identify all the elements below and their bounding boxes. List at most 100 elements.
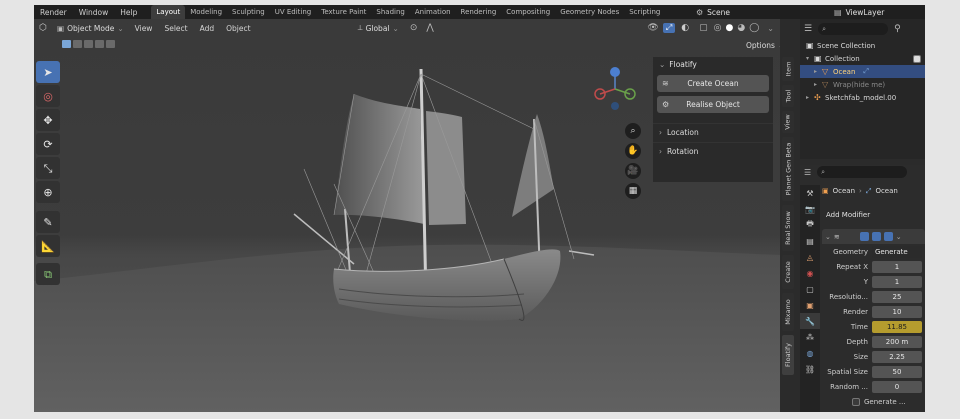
3d-viewport[interactable]: ⬡ ▣ Object Mode ⌄ View Select Add Object… [34, 19, 780, 412]
shading-options-icon[interactable]: ⌄ [761, 24, 780, 33]
select-extend-icon[interactable] [73, 40, 82, 48]
annotate-tool[interactable]: ✎ [36, 211, 60, 233]
tab-geometry-nodes[interactable]: Geometry Nodes [555, 5, 624, 19]
ocean-modifier-header[interactable]: ⌄ ≋ ⌄ [822, 229, 925, 244]
menu-view[interactable]: View [129, 24, 159, 33]
view-layer-properties-tab[interactable]: ▤ [800, 233, 820, 249]
location-subpanel[interactable]: › Location [653, 123, 773, 141]
collection-properties-tab[interactable]: ▢ [800, 281, 820, 297]
outliner-row-collection[interactable]: ▾ ▣ Collection [800, 52, 925, 65]
outliner-row-wrap[interactable]: ▸ ▽ Wrap(hide me) [800, 78, 925, 91]
repeat-x-field[interactable]: 1 [872, 260, 922, 273]
menu-select[interactable]: Select [158, 24, 193, 33]
constraints-properties-tab[interactable]: ⛓ [800, 361, 820, 377]
tab-animation[interactable]: Animation [410, 5, 456, 19]
expand-arrow-icon[interactable]: ▸ [806, 94, 814, 101]
overlays-icon[interactable]: ◐ [675, 23, 695, 33]
geometry-dropdown[interactable]: Generate [872, 245, 922, 258]
render-toggle-icon[interactable] [883, 232, 893, 241]
edit-mode-toggle-icon[interactable] [859, 232, 869, 241]
create-ocean-button[interactable]: ≋ Create Ocean [657, 75, 769, 92]
select-intersect-icon[interactable] [106, 40, 115, 48]
tab-real-snow[interactable]: Real Snow [782, 205, 794, 251]
floatify-panel-header[interactable]: ⌄ Floatify [653, 57, 773, 71]
spatial-size-field[interactable]: 50 [872, 365, 922, 378]
generate-checkbox[interactable] [852, 397, 860, 406]
options-button[interactable]: Options ⌄ [746, 41, 780, 50]
mode-dropdown[interactable]: ▣ Object Mode ⌄ [52, 22, 129, 34]
display-mode-icon[interactable]: ☰ [804, 24, 812, 34]
tool-properties-tab[interactable]: ⚒ [800, 185, 820, 201]
zoom-button[interactable]: ⌕ [625, 123, 641, 139]
viewport-toggle-icon[interactable] [871, 232, 881, 241]
cursor-tool[interactable]: ◎ [36, 85, 60, 107]
outliner-search[interactable]: ⌕ [818, 23, 889, 35]
menu-object[interactable]: Object [220, 24, 256, 33]
view-layer-selector[interactable]: ▤ ViewLayer [834, 6, 884, 18]
filter-icon[interactable]: ⚲ [894, 24, 901, 34]
menu-add[interactable]: Add [194, 24, 221, 33]
random-seed-field[interactable]: 0 [872, 380, 922, 393]
menu-help[interactable]: Help [114, 8, 143, 17]
transform-tool[interactable]: ⊕ [36, 181, 60, 203]
tab-view[interactable]: View [782, 111, 794, 133]
tab-scripting[interactable]: Scripting [624, 5, 665, 19]
time-field[interactable]: 11.85 [872, 320, 922, 333]
rotate-tool[interactable]: ⟳ [36, 133, 60, 155]
pan-button[interactable]: ✋ [625, 143, 641, 159]
tab-compositing[interactable]: Compositing [501, 5, 555, 19]
tab-layout[interactable]: Layout [151, 5, 186, 19]
tab-mixamo[interactable]: Mixamo [782, 293, 794, 331]
add-cube-tool[interactable]: ⧉ [36, 263, 60, 285]
camera-view-button[interactable]: 🎥 [625, 163, 641, 179]
snap-icon[interactable]: ⊙ [404, 23, 424, 33]
gizmo-toggle-icon[interactable]: ⤢ [662, 23, 676, 33]
outliner-row-sketchfab[interactable]: ▸ ✣ Sketchfab_model.00 [800, 91, 925, 104]
size-field[interactable]: 2.25 [872, 350, 922, 363]
render-field[interactable]: 10 [872, 305, 922, 318]
scene-properties-tab[interactable]: ◬ [800, 249, 820, 265]
tab-uv-editing[interactable]: UV Editing [270, 5, 317, 19]
particles-properties-tab[interactable]: ⁂ [800, 329, 820, 345]
world-properties-tab[interactable]: ◉ [800, 265, 820, 281]
outliner-row-scene-collection[interactable]: ▣ Scene Collection [800, 39, 925, 52]
depth-field[interactable]: 200 m [872, 335, 922, 348]
measure-tool[interactable]: 📐 [36, 235, 60, 257]
tab-item[interactable]: Item [782, 57, 794, 81]
xray-icon[interactable]: ▢ [695, 23, 712, 33]
scale-tool[interactable]: ⤡ [36, 157, 60, 179]
overlay-visibility-icon[interactable]: 👁 [643, 23, 662, 33]
object-properties-tab[interactable]: ▣ [800, 297, 820, 313]
tab-sculpting[interactable]: Sculpting [227, 5, 270, 19]
rendered-shading-icon[interactable]: ◯ [747, 23, 761, 33]
tab-tool[interactable]: Tool [782, 85, 794, 107]
tab-planet-gen-beta[interactable]: Planet Gen Beta [782, 137, 794, 201]
move-tool[interactable]: ✥ [36, 109, 60, 131]
transform-orientation-dropdown[interactable]: ⟂ Global ⌄ [353, 22, 404, 34]
outliner-row-ocean[interactable]: ▸ ▽ Ocean ⤢ [800, 65, 925, 78]
proportional-edit-icon[interactable]: ⋀ [423, 23, 436, 33]
collection-checkbox[interactable] [913, 54, 921, 63]
wireframe-shading-icon[interactable]: ◎ [712, 23, 724, 33]
tab-modeling[interactable]: Modeling [185, 5, 227, 19]
properties-search[interactable]: ⌕ [817, 166, 908, 178]
menu-window[interactable]: Window [73, 8, 115, 17]
select-new-icon[interactable] [62, 40, 71, 48]
modifier-properties-tab[interactable]: 🔧 [800, 313, 820, 329]
perspective-toggle-button[interactable]: ▦ [625, 183, 641, 199]
select-invert-icon[interactable] [95, 40, 104, 48]
tab-shading[interactable]: Shading [371, 5, 409, 19]
rotation-subpanel[interactable]: › Rotation [653, 142, 773, 160]
material-shading-icon[interactable]: ◕ [735, 23, 747, 33]
output-properties-tab[interactable]: 🖶 [800, 217, 820, 233]
expand-arrow-icon[interactable]: ▸ [814, 68, 822, 75]
physics-properties-tab[interactable]: ◍ [800, 345, 820, 361]
tab-floatify[interactable]: Floatify [782, 335, 794, 375]
repeat-y-field[interactable]: 1 [872, 275, 922, 288]
menu-render[interactable]: Render [34, 8, 73, 17]
resolution-field[interactable]: 25 [872, 290, 922, 303]
solid-shading-icon[interactable]: ● [724, 23, 736, 33]
realise-object-button[interactable]: ⚙ Realise Object [657, 96, 769, 113]
scene-selector[interactable]: ⚙ Scene [696, 6, 796, 18]
properties-editor-icon[interactable]: ☰ [804, 168, 811, 177]
